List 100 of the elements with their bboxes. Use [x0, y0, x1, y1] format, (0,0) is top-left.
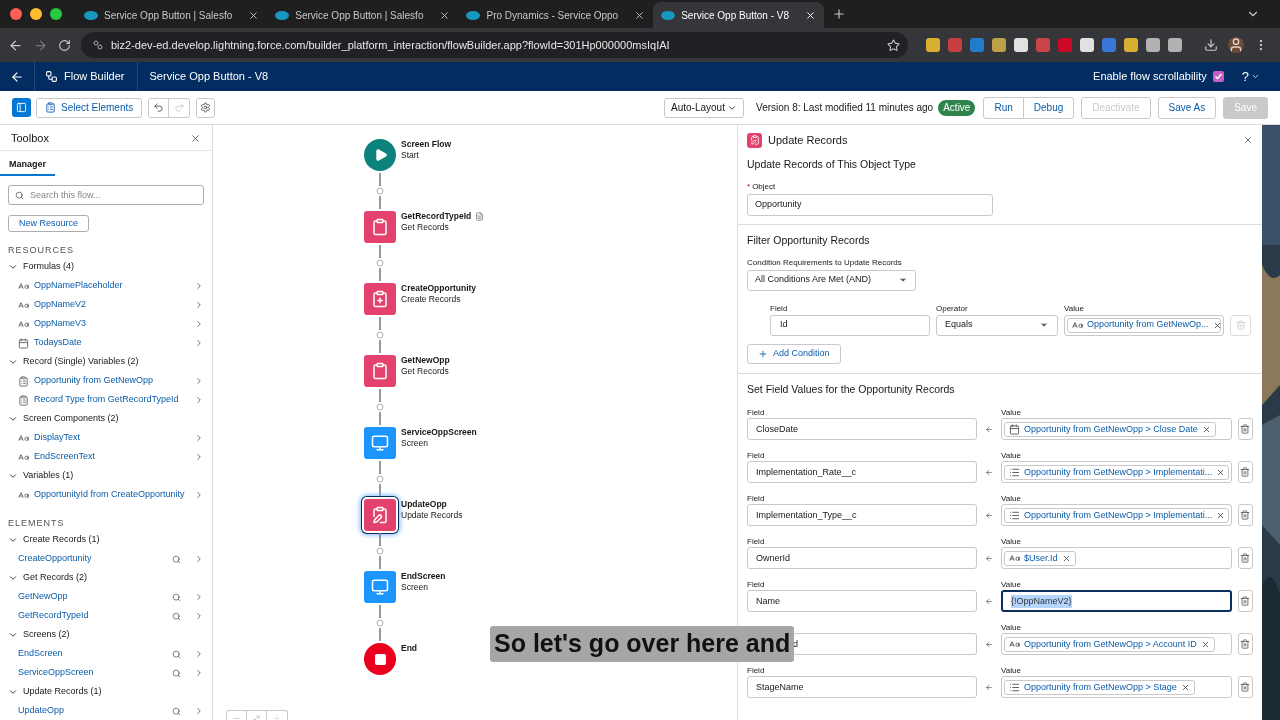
- toolbar-button[interactable]: Debug: [1022, 96, 1075, 119]
- reload-icon[interactable]: [58, 38, 71, 52]
- browser-tab[interactable]: Service Opp Button - V8: [653, 2, 825, 28]
- delete-button[interactable]: [1237, 418, 1253, 441]
- close-icon[interactable]: [248, 9, 260, 21]
- manager-tab[interactable]: Manager: [0, 156, 55, 177]
- group-toggle[interactable]: Get Records (2): [0, 569, 212, 587]
- close-icon[interactable]: [1243, 135, 1253, 145]
- resource-link[interactable]: CreateOpportunity: [18, 552, 167, 566]
- value-input[interactable]: Opportunity from GetNewOpp > Stage: [1000, 676, 1232, 699]
- settings-button[interactable]: [196, 97, 216, 118]
- toggle-panel-button[interactable]: [12, 98, 31, 117]
- extension-icon[interactable]: [1080, 38, 1094, 52]
- resource-link[interactable]: TodaysDate: [34, 336, 189, 350]
- start-node[interactable]: [364, 139, 396, 171]
- delete-button[interactable]: [1237, 676, 1253, 699]
- close-window-button[interactable]: [10, 8, 22, 20]
- chevron-icon[interactable]: [194, 490, 204, 500]
- new-resource-button[interactable]: New Resource: [8, 215, 90, 232]
- resource-link[interactable]: DisplayText: [34, 431, 189, 445]
- chevron-icon[interactable]: [194, 554, 204, 564]
- minimize-window-button[interactable]: [30, 8, 42, 20]
- value-input[interactable]: Opportunity from GetNewOp...: [1064, 314, 1224, 336]
- delete-button[interactable]: [1237, 547, 1253, 570]
- field-input[interactable]: CloseDate: [747, 418, 977, 441]
- toolbar-button[interactable]: Save As: [1157, 96, 1217, 119]
- delete-button[interactable]: [1237, 633, 1253, 656]
- field-input[interactable]: StageName: [747, 676, 977, 699]
- group-toggle[interactable]: Record (Single) Variables (2): [0, 353, 212, 371]
- address-bar[interactable]: biz2-dev-ed.develop.lightning.force.com/builder_platform_interaction/flowBuilder.app?flowId=301Hp000000msIqIAI: [81, 32, 908, 58]
- resource-link[interactable]: OpportunityId from CreateOpportunity: [34, 488, 189, 502]
- group-toggle[interactable]: Screen Components (2): [0, 410, 212, 428]
- resource-link[interactable]: OppNamePlaceholder: [34, 279, 189, 293]
- close-icon[interactable]: [439, 9, 451, 21]
- field-input[interactable]: Implementation_Type__c: [747, 504, 977, 527]
- remove-icon[interactable]: [1061, 553, 1071, 563]
- browser-tab[interactable]: Service Opp Button | Salesfo: [267, 2, 459, 28]
- remove-icon[interactable]: [1201, 424, 1211, 434]
- field-input[interactable]: OwnerId: [747, 547, 977, 570]
- close-icon[interactable]: [805, 9, 817, 21]
- new-tab-icon[interactable]: [832, 7, 847, 21]
- search-icon[interactable]: [172, 706, 181, 716]
- resource-link[interactable]: OppNameV2: [34, 298, 189, 312]
- group-toggle[interactable]: Update Records (1): [0, 683, 212, 701]
- resource-link[interactable]: GetRecordTypeId: [18, 609, 167, 623]
- resource-link[interactable]: OppNameV3: [34, 317, 189, 331]
- profile-icon[interactable]: [1228, 37, 1244, 53]
- search-icon[interactable]: [172, 649, 181, 659]
- group-toggle[interactable]: Variables (1): [0, 467, 212, 485]
- resource-link[interactable]: UpdateOpp: [18, 704, 167, 718]
- get-records-node[interactable]: [364, 211, 396, 243]
- back-icon[interactable]: [10, 69, 24, 84]
- object-field[interactable]: Opportunity: [747, 193, 993, 216]
- search-icon[interactable]: [172, 668, 181, 678]
- value-input[interactable]: Opportunity from GetNewOpp > Account ID: [1000, 633, 1232, 656]
- create-records-node[interactable]: [364, 283, 396, 315]
- resource-link[interactable]: GetNewOpp: [18, 590, 167, 604]
- value-input[interactable]: Opportunity from GetNewOpp > Implementati...: [1000, 504, 1232, 527]
- toolbar-button[interactable]: Run: [983, 96, 1024, 119]
- search-icon[interactable]: [172, 611, 181, 621]
- field-input[interactable]: Implementation_Rate__c: [747, 461, 977, 484]
- chevron-icon[interactable]: [194, 706, 204, 716]
- search-icon[interactable]: [172, 554, 181, 564]
- value-input[interactable]: {!OppNameV2}: [1000, 590, 1232, 613]
- remove-icon[interactable]: [1180, 682, 1190, 692]
- browser-tab[interactable]: Service Opp Button | Salesfo: [76, 2, 268, 28]
- resource-link[interactable]: Record Type from GetRecordTypeId: [34, 393, 189, 407]
- add-condition-button[interactable]: Add Condition: [747, 343, 841, 364]
- remove-icon[interactable]: [1216, 510, 1226, 520]
- delete-button[interactable]: [1237, 590, 1253, 613]
- close-icon[interactable]: [634, 9, 646, 21]
- remove-icon[interactable]: [1216, 467, 1226, 477]
- help-button[interactable]: ?: [1241, 66, 1260, 87]
- condition-select[interactable]: All Conditions Are Met (AND): [747, 269, 916, 291]
- update-records-node[interactable]: [364, 499, 396, 531]
- extension-icon[interactable]: [1014, 38, 1028, 52]
- screen-node[interactable]: [364, 571, 396, 603]
- resource-link[interactable]: EndScreenText: [34, 450, 189, 464]
- search-icon[interactable]: [172, 592, 181, 602]
- resource-link[interactable]: ServiceOppScreen: [18, 666, 167, 680]
- forward-icon[interactable]: [33, 37, 48, 53]
- scrollability-checkbox[interactable]: [1212, 71, 1224, 82]
- value-input[interactable]: $User.Id: [1000, 547, 1232, 570]
- browser-tab[interactable]: Pro Dynamics - Service Oppo: [458, 2, 654, 28]
- operator-select[interactable]: Equals: [936, 314, 1058, 336]
- zoom-window-button[interactable]: [50, 8, 62, 20]
- group-toggle[interactable]: Screens (2): [0, 626, 212, 644]
- value-input[interactable]: Opportunity from GetNewOpp > Implementati...: [1000, 461, 1232, 484]
- screen-node[interactable]: [364, 427, 396, 459]
- bookmark-icon[interactable]: [887, 38, 900, 52]
- resource-link[interactable]: EndScreen: [18, 647, 167, 661]
- download-icon[interactable]: [1204, 38, 1218, 52]
- value-input[interactable]: Opportunity from GetNewOpp > Close Date: [1000, 418, 1232, 441]
- field-input[interactable]: Id: [770, 314, 930, 336]
- resource-link[interactable]: Opportunity from GetNewOpp: [34, 374, 189, 388]
- group-toggle[interactable]: Create Records (1): [0, 531, 212, 549]
- layout-select[interactable]: Auto-Layout: [664, 97, 745, 118]
- group-toggle[interactable]: Formulas (4): [0, 258, 212, 276]
- get-records-node[interactable]: [364, 355, 396, 387]
- delete-button[interactable]: [1237, 504, 1253, 527]
